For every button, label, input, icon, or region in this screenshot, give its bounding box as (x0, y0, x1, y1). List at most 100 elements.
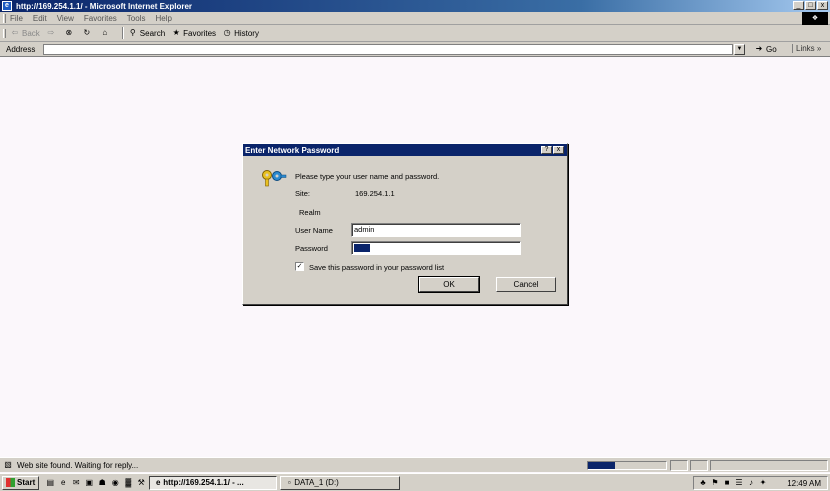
app-icon[interactable]: ☗ (97, 478, 107, 488)
history-label: History (234, 28, 259, 38)
cancel-button[interactable]: Cancel (496, 277, 556, 292)
menu-help[interactable]: Help (155, 14, 171, 23)
save-password-label: Save this password in your password list (309, 263, 445, 272)
address-bar: Address ▼ ➜ Go Links » (0, 42, 830, 57)
tray-icon[interactable]: ✦ (758, 478, 768, 488)
forward-button[interactable]: ⇨ (46, 28, 58, 38)
go-label: Go (766, 44, 777, 54)
ie-page-icon: e (2, 1, 12, 11)
status-pane (690, 460, 708, 471)
menu-file[interactable]: File (10, 14, 23, 23)
menu-favorites[interactable]: Favorites (84, 14, 117, 23)
back-arrow-icon: ⇦ (11, 28, 19, 37)
back-button[interactable]: ⇦ Back (10, 28, 40, 38)
ok-button[interactable]: OK (418, 276, 480, 293)
desktop-icon[interactable]: ▤ (45, 478, 55, 488)
go-arrow-icon: ➜ (755, 44, 763, 53)
toolbar-grip[interactable] (3, 28, 6, 38)
dialog-close-button[interactable]: x (553, 146, 564, 154)
start-button[interactable]: Start (2, 475, 40, 490)
favorites-folder-icon: ★ (172, 28, 180, 37)
username-label: User Name (295, 226, 333, 235)
windows-logo-icon: ❖ (802, 12, 828, 25)
zone-pane (710, 460, 828, 471)
refresh-icon: ↻ (83, 28, 91, 37)
status-text: Web site found. Waiting for reply... (17, 460, 139, 470)
home-button[interactable]: ⌂ (100, 28, 112, 38)
address-label: Address (6, 44, 36, 54)
page-loading-icon: ▧ (4, 460, 12, 469)
go-button[interactable]: ➜ Go (754, 44, 777, 54)
progress-bar (587, 461, 667, 470)
taskbar-item-data-drive[interactable]: ▫ DATA_1 (D:) (280, 475, 401, 490)
taskbar-item-label: DATA_1 (D:) (294, 478, 339, 487)
volume-icon[interactable]: ♪ (746, 478, 756, 488)
start-label: Start (17, 478, 36, 487)
menu-tools[interactable]: Tools (127, 14, 146, 23)
dialog-help-button[interactable]: ? (541, 146, 552, 154)
app-icon[interactable]: ⚒ (136, 478, 146, 488)
window-title: http://169.254.1.1/ - Microsoft Internet… (16, 1, 193, 11)
taskbar: Start ▤ e ✉ ▣ ☗ ◉ ▓ ⚒ e http://169.254.1… (0, 473, 830, 491)
site-label: Site: (295, 189, 311, 198)
site-value: 169.254.1.1 (355, 189, 395, 198)
status-pane (670, 460, 688, 471)
network-password-dialog: Enter Network Password ? x Please type y… (242, 143, 568, 305)
toolbar-grip[interactable] (3, 13, 6, 23)
outlook-icon[interactable]: ✉ (71, 478, 81, 488)
links-button[interactable]: Links » (792, 44, 821, 53)
ie-icon[interactable]: e (58, 478, 68, 488)
ie-page-icon: e (156, 477, 161, 487)
app-icon[interactable]: ◉ (110, 478, 120, 488)
save-password-checkbox[interactable]: ✓ (295, 262, 304, 271)
tray-icon[interactable]: ♣ (698, 478, 708, 488)
minimize-button[interactable]: _ (793, 1, 804, 10)
password-input[interactable]: ***** (351, 241, 521, 255)
dialog-title: Enter Network Password (245, 145, 340, 155)
realm-label: Realm (299, 208, 321, 217)
dialog-title-bar[interactable]: Enter Network Password (243, 144, 567, 156)
menu-edit[interactable]: Edit (33, 14, 47, 23)
back-label: Back (22, 28, 40, 38)
favorites-label: Favorites (183, 28, 217, 38)
menu-bar: File Edit View Favorites Tools Help (0, 12, 830, 25)
windows-flag-icon (6, 478, 15, 487)
progress-fill (588, 462, 616, 469)
keys-icon (262, 170, 287, 187)
history-button[interactable]: ◷ History (222, 28, 259, 38)
address-dropdown-button[interactable]: ▼ (734, 44, 745, 55)
network-icon[interactable]: ☰ (734, 478, 744, 488)
address-input[interactable] (43, 44, 733, 55)
taskbar-item-label: http://169.254.1.1/ - ... (163, 478, 244, 487)
taskbar-item-ie[interactable]: e http://169.254.1.1/ - ... (149, 475, 278, 490)
search-button[interactable]: ⚲ Search (128, 28, 165, 38)
folder-icon: ▫ (287, 477, 291, 487)
home-icon: ⌂ (102, 28, 108, 37)
tray-icon[interactable]: ⚑ (710, 478, 720, 488)
system-tray: ♣ ⚑ ■ ☰ ♪ ✦ 12:49 AM (693, 476, 828, 490)
window-title-bar[interactable]: e http://169.254.1.1/ - Microsoft Intern… (0, 0, 830, 12)
search-icon: ⚲ (129, 28, 136, 37)
search-label: Search (139, 28, 166, 38)
history-icon: ◷ (223, 28, 231, 37)
quick-launch: ▤ e ✉ ▣ ☗ ◉ ▓ ⚒ (45, 478, 146, 488)
dialog-prompt: Please type your user name and password. (295, 172, 440, 181)
password-mask: ***** (354, 244, 370, 254)
stop-icon: ⊗ (65, 28, 73, 37)
stop-button[interactable]: ⊗ (64, 28, 76, 38)
close-button[interactable]: x (817, 1, 828, 10)
menu-view[interactable]: View (57, 14, 74, 23)
password-label: Password (295, 244, 328, 253)
refresh-button[interactable]: ↻ (82, 28, 94, 38)
status-bar: ▧ Web site found. Waiting for reply... (0, 457, 830, 472)
toolbar-separator (121, 27, 124, 39)
standard-toolbar: ⇦ Back ⇨ ⊗ ↻ ⌂ ⚲ Search ★ Favorites ◷ Hi… (0, 25, 830, 42)
favorites-button[interactable]: ★ Favorites (171, 28, 217, 38)
forward-arrow-icon: ⇨ (47, 28, 55, 37)
monitor-icon[interactable]: ▣ (84, 478, 94, 488)
maximize-button[interactable]: □ (805, 1, 816, 10)
tray-clock[interactable]: 12:49 AM (787, 479, 821, 488)
username-input[interactable]: admin (351, 223, 521, 237)
tray-icon[interactable]: ■ (722, 478, 732, 488)
app-icon[interactable]: ▓ (123, 478, 133, 488)
